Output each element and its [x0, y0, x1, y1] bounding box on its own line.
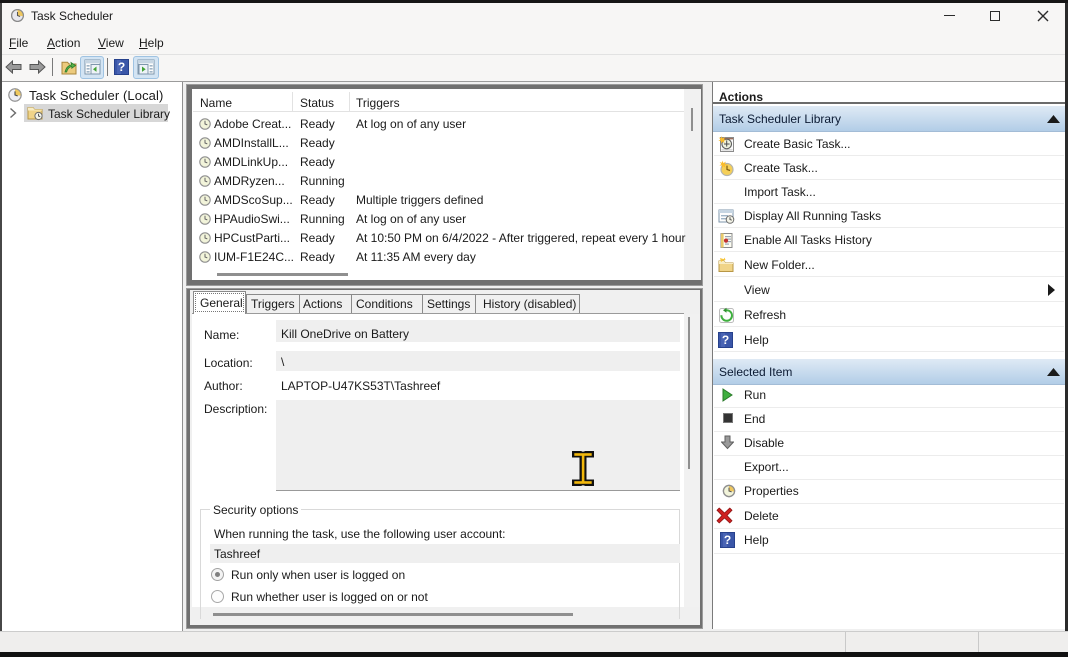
svg-text:?: ?: [118, 60, 125, 74]
svg-text:?: ?: [724, 533, 731, 547]
svg-text:?: ?: [722, 333, 729, 347]
